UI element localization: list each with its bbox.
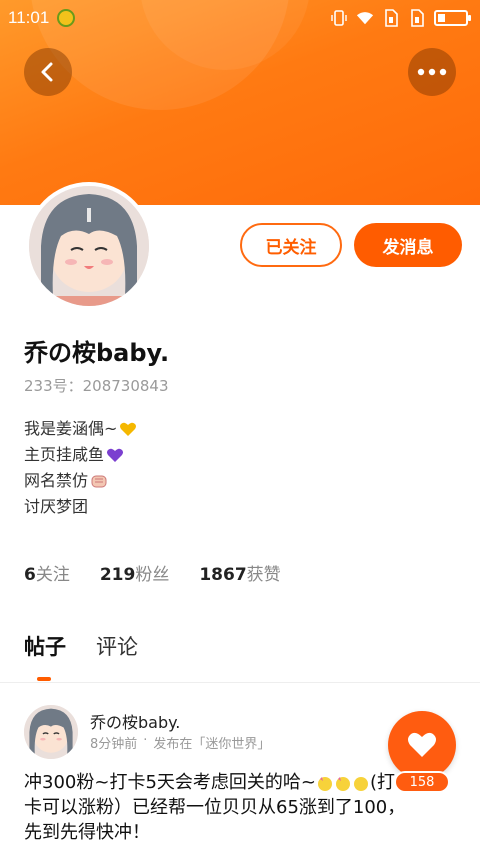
post-author-name[interactable]: 乔の桉baby.: [90, 709, 180, 733]
chick-emoji-icon: [335, 777, 350, 791]
bio-line: 讨厌梦团: [24, 497, 89, 516]
post-text: 卡可以涨粉）已经帮一位贝贝从65涨到了100，: [24, 797, 406, 818]
post-time: 8分钟前: [90, 737, 138, 752]
bio-line: 我是姜涵偶~: [24, 419, 118, 438]
chick-emoji-icon: [317, 777, 332, 791]
notification-app-icon: [57, 9, 76, 27]
like-count-badge: 158: [394, 771, 450, 793]
like-button[interactable]: [388, 711, 456, 779]
post-text: 冲300粉~打卡5天会考虑回关的哈~: [24, 772, 316, 793]
stat-following[interactable]: 6 关注: [24, 560, 70, 585]
profile-bio: 我是姜涵偶~ 主页挂咸鱼 网名禁仿 讨厌梦团: [24, 416, 137, 520]
active-tab-indicator: [37, 677, 51, 681]
chevron-left-icon: [41, 62, 53, 82]
more-options-button[interactable]: [408, 48, 456, 96]
profile-id: 233号：208730843: [24, 377, 169, 395]
stat-likes[interactable]: 1867 获赞: [199, 560, 280, 585]
sim2-icon: [408, 9, 426, 27]
chick-emoji-icon: [353, 777, 368, 791]
fist-icon: [91, 475, 107, 488]
tab-posts[interactable]: 帖子: [24, 631, 66, 661]
profile-username: 乔の桉baby.: [24, 339, 170, 367]
stat-followers[interactable]: 219 粉丝: [100, 560, 170, 585]
stat-label: 关注: [35, 565, 70, 585]
purple-heart-icon: [107, 448, 124, 462]
yellow-heart-icon: [120, 422, 137, 436]
stat-label: 获赞: [246, 565, 281, 585]
profile-stats: 6 关注 219 粉丝 1867 获赞: [24, 560, 281, 585]
post-text: (打: [369, 772, 396, 793]
send-message-button[interactable]: 发消息: [354, 223, 462, 267]
post-text: 先到先得快冲！: [24, 822, 150, 843]
bio-line: 主页挂咸鱼: [24, 445, 105, 464]
stat-label: 粉丝: [135, 565, 170, 585]
bio-line: 网名禁仿: [24, 471, 89, 490]
back-button[interactable]: [24, 48, 72, 96]
post-board[interactable]: 发布在「迷你世界」: [153, 733, 270, 752]
heart-icon: [408, 732, 436, 757]
post-meta: 8分钟前 · 发布在「迷你世界」: [90, 733, 270, 752]
divider: [0, 682, 480, 683]
vibrate-icon: [330, 9, 348, 27]
tab-comments[interactable]: 评论: [96, 631, 138, 661]
more-dots-icon: [417, 68, 447, 76]
profile-avatar[interactable]: [25, 182, 153, 310]
followed-button[interactable]: 已关注: [240, 223, 342, 267]
status-bar: 11:01: [0, 0, 480, 36]
wifi-icon: [356, 9, 374, 27]
profile-tabs: 帖子 评论: [24, 631, 138, 661]
stat-number: 219: [99, 565, 136, 585]
stat-number: 1867: [199, 565, 247, 585]
post-meta-separator: ·: [143, 733, 148, 748]
stat-number: 6: [24, 565, 36, 585]
status-time: 11:01: [8, 8, 50, 27]
battery-icon: [434, 10, 471, 26]
sim1-icon: [382, 9, 400, 27]
post-author-avatar[interactable]: [24, 705, 78, 759]
